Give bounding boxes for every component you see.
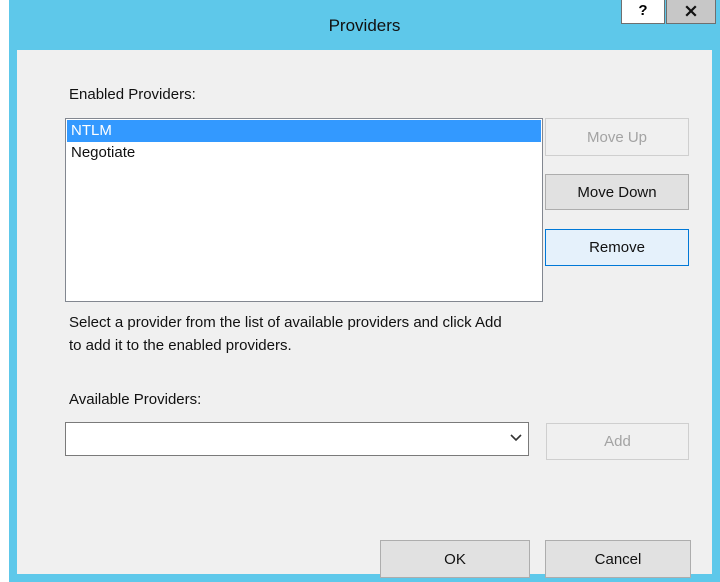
help-button[interactable]: ? (621, 0, 665, 24)
remove-button[interactable]: Remove (545, 229, 689, 266)
list-item-negotiate[interactable]: Negotiate (67, 142, 541, 164)
window-left-edge (0, 0, 9, 582)
dialog-client-area: Enabled Providers: NTLM Negotiate Move U… (17, 50, 712, 578)
available-providers-label: Available Providers: (69, 391, 202, 408)
ok-button[interactable]: OK (380, 540, 530, 578)
move-up-button[interactable]: Move Up (545, 118, 689, 156)
instructions-line-2: to add it to the enabled providers. (69, 337, 292, 354)
add-button[interactable]: Add (546, 423, 689, 460)
instructions-line-1: Select a provider from the list of avail… (69, 314, 502, 331)
close-icon (685, 5, 697, 17)
providers-dialog: Providers ? Enabled Providers: NTLM Nego… (0, 0, 720, 582)
window-title: Providers (328, 16, 401, 35)
list-item-ntlm[interactable]: NTLM (67, 120, 541, 142)
move-down-button[interactable]: Move Down (545, 174, 689, 210)
enabled-providers-list[interactable]: NTLM Negotiate (65, 118, 543, 302)
available-providers-combo[interactable] (65, 422, 529, 456)
cancel-button[interactable]: Cancel (545, 540, 691, 578)
title-bar[interactable]: Providers ? (9, 0, 720, 50)
chevron-down-icon[interactable] (510, 430, 522, 446)
enabled-providers-label: Enabled Providers: (69, 86, 196, 103)
close-button[interactable] (666, 0, 716, 24)
